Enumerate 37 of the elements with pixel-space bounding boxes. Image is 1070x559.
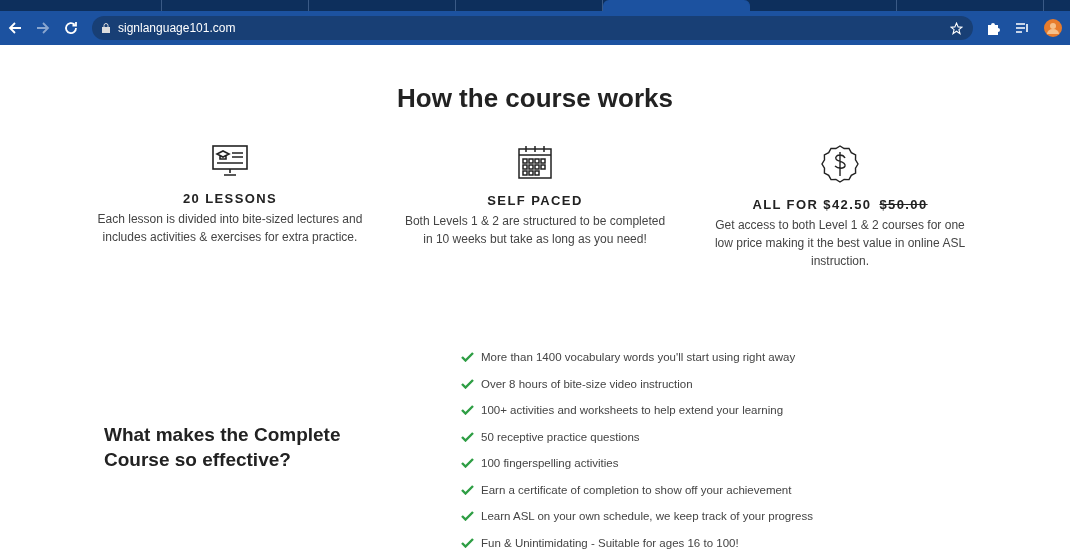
benefit-text: Fun & Unintimidating - Suitable for ages 16 to 100!	[481, 536, 739, 549]
check-icon	[461, 511, 474, 522]
url-text: signlanguage101.com	[118, 21, 236, 35]
check-icon	[461, 537, 474, 548]
check-icon	[461, 352, 474, 363]
check-icon	[461, 484, 474, 495]
benefit-text: 100+ activities and worksheets to help extend your learning	[481, 404, 784, 417]
benefit-text: Learn ASL on your own schedule, we keep track of your progress	[481, 510, 813, 523]
benefit-text: 50 receptive practice questions	[481, 430, 640, 443]
monitor-icon	[212, 145, 248, 177]
benefit-text: More than 1400 vocabulary words you'll start using right away	[481, 351, 796, 364]
feature-title: ALL FOR $42.50 $50.00	[752, 197, 928, 212]
check-icon	[461, 458, 474, 469]
forward-icon[interactable]	[36, 21, 50, 35]
feature-title: SELF PACED	[487, 193, 583, 208]
feature-description: Get access to both Level 1 & 2 courses for one low price making it the best value in online ASL instruction.	[713, 217, 967, 270]
dollar-icon	[821, 145, 859, 183]
benefit-text: Earn a certificate of completion to show off your achievement	[481, 483, 792, 496]
calendar-icon	[518, 145, 552, 179]
feature-title: 20 LESSONS	[182, 191, 278, 206]
star-icon[interactable]	[950, 21, 963, 35]
check-icon	[461, 405, 474, 416]
puzzle-icon[interactable]	[987, 21, 1001, 35]
section-title: How the course works	[397, 83, 673, 113]
address-bar[interactable]: signlanguage101.com	[92, 16, 973, 40]
feature-description: Both Levels 1 & 2 are structured to be completed in 10 weeks but take as long as you need!	[403, 213, 667, 248]
benefit-text: 100 fingerspelling activities	[481, 457, 619, 470]
avatar-icon[interactable]	[1044, 19, 1062, 37]
check-icon	[461, 378, 474, 389]
check-icon	[461, 431, 474, 442]
benefit-text: Over 8 hours of bite-size video instruction	[481, 377, 693, 390]
reload-icon[interactable]	[64, 21, 78, 35]
playlist-icon[interactable]	[1015, 22, 1030, 34]
back-icon[interactable]	[8, 21, 22, 35]
section-heading: What makes the Complete Course so effective?	[104, 423, 342, 472]
feature-description: Each lesson is divided into bite-sized lectures and includes activities & exercises for extra practice.	[96, 211, 364, 246]
lock-icon	[102, 23, 110, 33]
